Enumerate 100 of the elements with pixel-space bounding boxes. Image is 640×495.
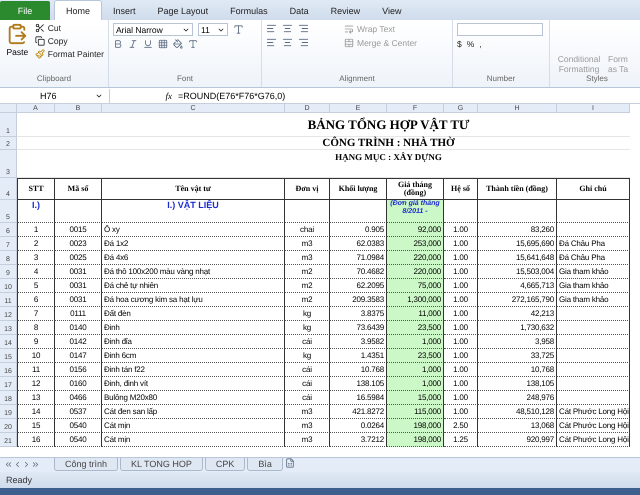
scissors-icon [34,23,45,33]
sheet-tab[interactable]: Bìa [247,458,283,471]
table-cell: 3 [17,251,55,265]
previous-sheet-icon[interactable] [13,460,22,468]
group-label: Alignment [338,74,376,85]
table-cell: 6 [17,293,55,307]
table-cell: Đá hoa cương kim sa hạt lựu [102,293,285,307]
formula-field[interactable]: =ROUND(E76*F76*G76,0) [178,90,286,100]
ribbon-tab[interactable]: Insert [102,1,147,20]
sheet-tab[interactable]: CPK [204,458,246,471]
table-cell: 0140 [55,321,102,335]
table-cell: 1,000 [387,377,444,391]
table-cell: 198,000 [387,433,444,447]
align-left-icon[interactable] [266,37,277,48]
table-cell: 3,958 [478,335,557,349]
table-cell: 1,730,632 [478,321,557,335]
table-cell: 15 [17,419,55,433]
table-cell: 1 [17,223,55,237]
table-cell: Cát Phước Long Hội [557,419,630,433]
table-cell: 10,768 [478,363,557,377]
group-label: Styles [585,74,609,85]
align-left-icon[interactable] [266,23,277,34]
paste-button[interactable]: Paste [4,23,31,74]
sheet-title: CÔNG TRÌNH : NHÀ THỜ [17,137,630,150]
ribbon-tab[interactable]: Formulas [219,1,279,20]
table-cell: 0156 [55,363,102,377]
table-cell: 1.25 [444,433,478,447]
table-cell: Gia tham khảo [557,265,630,279]
table-cell: Đá thô 100x200 màu vàng nhạt [102,265,285,279]
comma-button[interactable]: , [479,39,482,49]
new-sheet-icon[interactable] [284,458,295,468]
next-sheet-icon[interactable] [22,460,31,468]
table-cell: 15,503,004 [478,265,557,279]
percent-button[interactable]: % [466,39,474,49]
table-cell: Cát mịn [102,433,285,447]
clipboard-icon [6,23,28,45]
format-painter-button[interactable]: Format Painter [34,49,104,59]
copy-button[interactable]: Copy [34,36,104,46]
table-cell: 1.00 [444,279,478,293]
number-format-field[interactable] [457,23,543,36]
table-cell: Đinh đỉa [102,335,285,349]
borders-icon[interactable] [158,39,168,49]
table-cell: 0031 [55,293,102,307]
table-cell: 33,725 [478,349,557,363]
table-cell: 0023 [55,237,102,251]
table-cell: 48,510,128 [478,405,557,419]
table-cell: 115,000 [387,405,444,419]
table-cell: kg [285,349,330,363]
cut-button[interactable]: Cut [34,23,104,33]
underline-icon[interactable] [143,39,153,49]
font-name-field[interactable]: Arial Narrow [113,23,193,36]
table-cell: 1.00 [444,251,478,265]
table-cell: 0466 [55,391,102,405]
ribbon-tab[interactable]: View [371,1,412,20]
table-cell: Đất đèn [102,307,285,321]
table-cell: Cát Phước Long Hội [557,405,630,419]
ribbon-tab[interactable]: Home [54,0,102,20]
table-cell: m2 [285,265,330,279]
table-cell: 920,997 [478,433,557,447]
table-cell: 0160 [55,377,102,391]
align-right-icon[interactable] [298,23,309,34]
group-label: Number [486,74,516,85]
table-cell: 15,000 [387,391,444,405]
table-cell: 1.00 [444,321,478,335]
align-center-icon[interactable] [282,23,293,34]
table-cell: 11 [17,363,55,377]
ribbon-tab[interactable]: Page Layout [146,1,220,20]
table-cell: Đinh [102,321,285,335]
first-sheet-icon[interactable] [4,460,13,468]
table-cell: Đá chẻ tự nhiên [102,279,285,293]
font-size-field[interactable]: 11 [198,23,228,36]
paintbrush-icon [34,49,45,59]
fill-color-icon[interactable] [173,39,183,49]
align-center-icon[interactable] [282,37,293,48]
column-heading-cell: Tên vật tư [102,178,285,200]
sheet-tab[interactable]: Công trình [54,458,118,471]
table-cell: 0540 [55,419,102,433]
bold-icon[interactable] [113,39,123,49]
table-cell: 1.00 [444,349,478,363]
table-cell: 83,260 [478,223,557,237]
table-cell: Đá Châu Pha [557,251,630,265]
name-box[interactable]: H76 [0,88,110,102]
ribbon-tab[interactable]: Review [320,1,372,20]
table-cell: 4,665,713 [478,279,557,293]
table-cell: 23,500 [387,321,444,335]
table-cell: 0111 [55,307,102,321]
currency-button[interactable]: $ [457,39,462,49]
sheet-tab[interactable]: KL TONG HOP [120,458,203,471]
font-color-icon[interactable] [188,39,198,49]
file-tab[interactable]: File [0,1,50,20]
italic-icon[interactable] [128,39,138,49]
align-right-icon[interactable] [298,37,309,48]
table-cell: 14 [17,405,55,419]
table-cell: 1,000 [387,335,444,349]
last-sheet-icon[interactable] [31,460,40,468]
table-cell: 13,068 [478,419,557,433]
ribbon-tab[interactable]: Data [278,1,320,20]
table-cell: Đá 4x6 [102,251,285,265]
column-heading-cell: Thành tiền (đồng) [478,178,557,200]
group-label: Clipboard [36,74,72,85]
